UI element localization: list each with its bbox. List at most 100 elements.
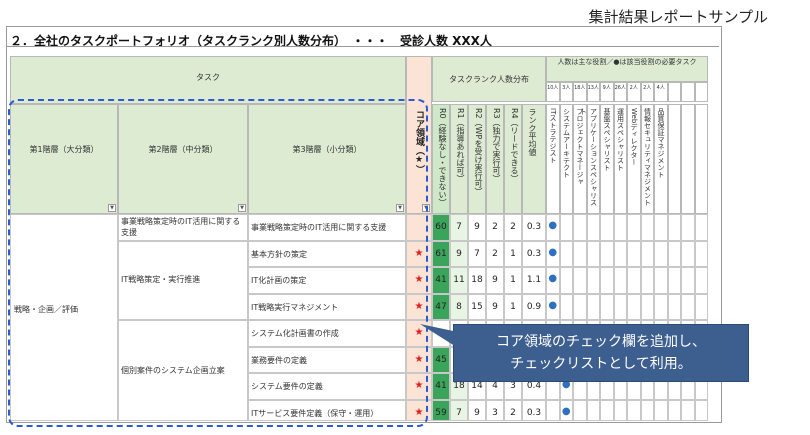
role-cell	[627, 214, 641, 241]
rank-value-r2: 15	[471, 301, 483, 312]
role-cell	[573, 399, 587, 421]
report-caption: 集計結果レポートサンプル	[588, 8, 768, 26]
rank-header-label-0: R0（経験なし・できない）	[438, 108, 447, 207]
required-task-dot-icon: ●	[548, 220, 558, 231]
role-count-label-6: 2人	[629, 85, 638, 91]
role-cell	[667, 214, 681, 241]
role-cell	[559, 293, 573, 320]
role-count-label-5: 26人	[614, 85, 626, 91]
role-group-label: 人数は主な役割／●は該当役割の必要タスク	[557, 58, 697, 66]
role-cell	[640, 240, 654, 267]
rank-value-r0: 41	[435, 275, 447, 285]
rank-value-r0: 47	[435, 301, 447, 312]
role-name-1: システムアーキテクト	[562, 108, 571, 178]
role-name-8: 品質保証マネジメント	[657, 108, 665, 178]
rank-value-r2: 18	[471, 275, 483, 285]
role-count-label-11	[695, 84, 709, 100]
rank-header-label-4: R4（リードできる）	[510, 108, 519, 183]
role-cell	[559, 240, 573, 267]
role-count-label-9	[668, 84, 682, 100]
rank-value-r3: 9	[492, 275, 498, 285]
required-task-dot-icon: ●	[561, 405, 571, 417]
role-cell	[586, 267, 600, 294]
rank-value-r4: 2	[510, 222, 516, 232]
rank-value-r2: 9	[474, 407, 480, 418]
role-cell	[654, 267, 668, 294]
role-cell	[627, 240, 641, 267]
rank-value-r3: 9	[492, 301, 498, 312]
role-cell	[654, 293, 668, 320]
rank-value-avg: 0.9	[526, 301, 542, 312]
role-cell	[694, 240, 708, 267]
rank-value-r4: 2	[510, 407, 516, 418]
role-cell	[573, 267, 587, 294]
rank-value-r4: 1	[510, 301, 516, 312]
required-task-dot-icon: ●	[548, 299, 558, 311]
role-cell	[681, 214, 695, 241]
role-cell	[600, 240, 614, 267]
role-cell	[586, 214, 600, 241]
role-cell	[681, 240, 695, 267]
rank-group-label: タスクランク人数分布	[449, 75, 529, 84]
role-cell	[694, 214, 708, 241]
role-cell	[573, 240, 587, 267]
rank-value-r1: 11	[453, 275, 465, 285]
role-name-0: ITストラテジスト	[549, 108, 557, 164]
role-name-3: アプリケーションスペシャリスト	[579, 108, 598, 206]
role-count-label-10	[681, 84, 695, 100]
role-count-label-0: 10人	[547, 85, 559, 91]
role-cell	[667, 293, 681, 320]
rank-value-r0: 59	[435, 407, 447, 418]
role-count-label-7: 2人	[643, 85, 652, 91]
rank-value-avg: 0.3	[526, 248, 542, 259]
role-cell	[640, 214, 654, 241]
role-cell	[627, 399, 641, 421]
callout-box: コア領域のチェック欄を追加し、 チェックリストとして利用。	[453, 324, 749, 382]
role-cell	[613, 399, 627, 421]
rank-value-r1: 9	[456, 248, 462, 259]
rank-header-label-5: ランク平均値	[528, 108, 537, 156]
required-task-dot-icon: ●	[548, 273, 558, 284]
role-cell	[667, 240, 681, 267]
rank-value-r4: 1	[510, 275, 516, 285]
role-cell	[667, 267, 681, 294]
rank-value-r1: 7	[456, 222, 462, 232]
task-header-label: タスク	[196, 73, 220, 82]
role-cell	[573, 293, 587, 320]
rank-value-r3: 2	[492, 248, 498, 259]
role-name-9	[670, 108, 680, 208]
role-cell	[613, 293, 627, 320]
role-count-label-8: 4人	[656, 85, 665, 91]
role-cell	[559, 267, 573, 294]
role-cell	[640, 399, 654, 421]
role-cell	[654, 214, 668, 241]
rank-value-r4: 1	[510, 248, 516, 259]
rank-value-r1: 7	[456, 407, 462, 418]
role-name-2: プロジェクトマネージャ	[576, 108, 584, 185]
role-cell	[654, 240, 668, 267]
role-cell	[600, 267, 614, 294]
role-name-5: 運用スペシャリスト	[616, 108, 625, 171]
role-cell	[546, 399, 560, 421]
title-divider	[7, 46, 719, 47]
role-cell	[573, 214, 587, 241]
rank-value-avg: 0.3	[526, 222, 542, 232]
rank-header-label-1: R1（指導あれば可）	[456, 108, 465, 183]
rank-value-r0: 41	[435, 381, 447, 391]
rank-value-r0: 61	[435, 248, 447, 259]
callout-pointer	[420, 324, 458, 348]
role-cell	[694, 267, 708, 294]
role-name-11	[697, 108, 707, 208]
role-count-label-4: 9人	[602, 85, 611, 91]
role-name-10	[683, 108, 693, 208]
role-cell	[586, 399, 600, 421]
rank-value-r3: 2	[492, 222, 498, 232]
rank-value-r1: 8	[456, 301, 462, 312]
rank-header-label-2: R2（WPを受け実行可）	[474, 108, 483, 196]
role-cell	[694, 293, 708, 320]
role-cell	[613, 240, 627, 267]
role-cell	[600, 214, 614, 241]
role-cell	[681, 399, 695, 421]
role-cell	[694, 399, 708, 421]
role-cell	[681, 293, 695, 320]
